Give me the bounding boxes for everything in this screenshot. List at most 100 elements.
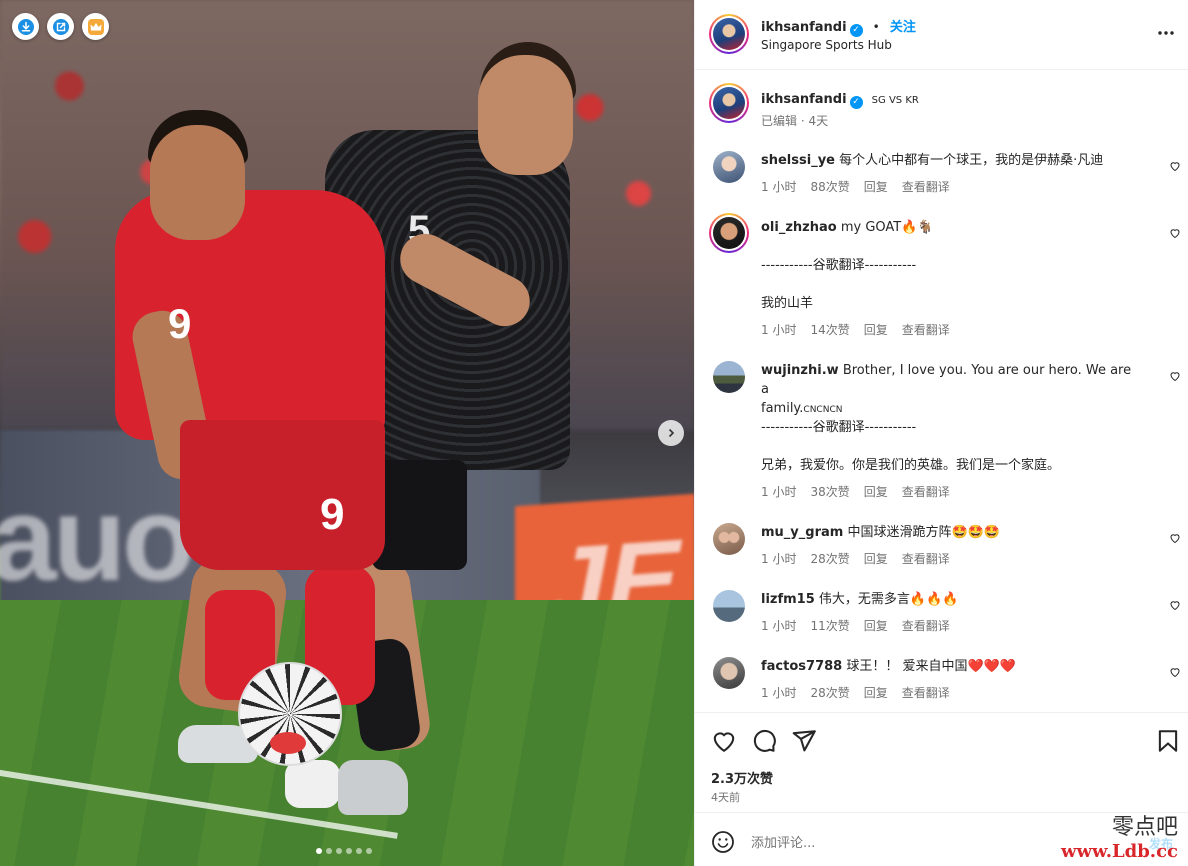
author-username[interactable]: ikhsanfandi: [761, 20, 847, 35]
comment-likes[interactable]: 88次赞: [810, 178, 849, 195]
comment-text: my GOAT🔥🐐: [840, 220, 934, 235]
comment-reply-button[interactable]: 回复: [864, 550, 888, 567]
comment-username[interactable]: shelssi_ye: [761, 153, 835, 168]
comment-meta: 1 小时 28次赞 回复 查看翻译: [761, 684, 950, 701]
author-avatar[interactable]: [709, 14, 749, 54]
comment-likes[interactable]: 14次赞: [810, 321, 849, 338]
comment-reply-button[interactable]: 回复: [864, 321, 888, 338]
open-external-button[interactable]: [47, 13, 74, 40]
crown-icon: [87, 18, 104, 35]
comment-item: factos7788 球王！！ 爱来自中国❤️❤️❤️: [761, 657, 1016, 676]
comment-username[interactable]: factos7788: [761, 659, 842, 674]
comment-time: 1 小时: [761, 323, 797, 337]
verified-badge-icon: ✓: [849, 96, 863, 109]
player-red-shorts: [180, 420, 385, 570]
commenter-avatar[interactable]: [713, 361, 745, 393]
comment-username[interactable]: wujinzhi.w: [761, 363, 839, 378]
comment-likes[interactable]: 38次赞: [810, 483, 849, 500]
comment-translate-button[interactable]: 查看翻译: [902, 550, 950, 567]
player-black-head: [478, 55, 573, 175]
comment-like-heart-icon[interactable]: [1169, 532, 1181, 544]
boot: [338, 760, 408, 815]
download-button[interactable]: [12, 13, 39, 40]
follow-button[interactable]: 关注: [890, 20, 916, 35]
comment-time: 1 小时: [761, 686, 797, 700]
comment-translate-button[interactable]: 查看翻译: [902, 617, 950, 634]
comment-time: 1 小时: [761, 485, 797, 499]
commenter-avatar[interactable]: [713, 590, 745, 622]
comment-translate-button[interactable]: 查看翻译: [902, 483, 950, 500]
translation-divider: -----------谷歌翻译-----------: [761, 258, 917, 273]
comment-text: 中国球迷滑跪方阵🤩🤩🤩: [847, 525, 1001, 540]
caption-avatar[interactable]: [709, 83, 749, 123]
comment-reply-button[interactable]: 回复: [864, 684, 888, 701]
comment-translate-button[interactable]: 查看翻译: [902, 684, 950, 701]
heart-icon[interactable]: [711, 728, 737, 754]
comment-like-heart-icon[interactable]: [1169, 666, 1181, 678]
crown-button[interactable]: [82, 13, 109, 40]
comment-username[interactable]: lizfm15: [761, 592, 815, 607]
comment-meta: 1 小时 14次赞 回复 查看翻译: [761, 321, 950, 338]
comment-like-heart-icon[interactable]: [1169, 370, 1181, 382]
comment-time: 1 小时: [761, 180, 797, 194]
comment-text: 球王！！ 爱来自中国❤️❤️❤️: [846, 659, 1017, 674]
player-red-shorts-number: 9: [320, 490, 345, 539]
player-black-shorts: [372, 460, 467, 570]
commenter-avatar[interactable]: [713, 657, 745, 689]
carousel-dot-active: [316, 848, 322, 854]
chevron-right-icon: [668, 428, 675, 438]
post-actions: 2.3万次赞 4天前: [695, 712, 1188, 812]
player-red-number: 9: [168, 300, 192, 347]
comment-likes[interactable]: 28次赞: [810, 684, 849, 701]
watermark-title: 零点吧: [1111, 815, 1178, 840]
comment-like-heart-icon[interactable]: [1169, 599, 1181, 611]
comment-item: shelssi_ye 每个人心中都有一个球王，我的是伊赫桑·凡迪: [761, 151, 1103, 170]
comment-username[interactable]: oli_zhzhao: [761, 220, 837, 235]
comment-item: lizfm15 伟大，无需多言🔥🔥🔥: [761, 590, 958, 609]
posted-time: 4天前: [711, 791, 740, 804]
commenter-avatar[interactable]: [709, 213, 749, 253]
comment-translation: 我的山羊: [761, 296, 814, 311]
comment-meta: 1 小时 28次赞 回复 查看翻译: [761, 550, 950, 567]
post-location[interactable]: Singapore Sports Hub: [761, 38, 892, 52]
commenter-avatar[interactable]: [713, 523, 745, 555]
more-horizontal-icon[interactable]: [1157, 28, 1175, 38]
verified-badge-icon: ✓: [849, 24, 863, 37]
bookmark-icon[interactable]: [1155, 728, 1181, 754]
comment-icon[interactable]: [751, 728, 777, 754]
translation-divider: -----------谷歌翻译-----------: [761, 420, 917, 435]
carousel-dot: [346, 848, 352, 854]
emoji-icon[interactable]: [711, 830, 735, 854]
caption-text: SG VS KR: [871, 95, 919, 106]
comment-reply-button[interactable]: 回复: [864, 617, 888, 634]
comment-likes[interactable]: 28次赞: [810, 550, 849, 567]
post-side-panel: ikhsanfandi ✓ • 关注 Singapore Sports Hub i…: [694, 0, 1188, 866]
comment-time: 1 小时: [761, 552, 797, 566]
carousel-dot: [336, 848, 342, 854]
next-photo-button[interactable]: [658, 420, 684, 446]
post-photo[interactable]: auo JE 5 9 9: [0, 0, 694, 866]
carousel-indicator: [316, 848, 372, 854]
comment-like-heart-icon[interactable]: [1169, 227, 1181, 239]
comment-username[interactable]: mu_y_gram: [761, 525, 843, 540]
watermark-url: www.Ldb.cc: [1061, 841, 1178, 862]
comment-translate-button[interactable]: 查看翻译: [902, 178, 950, 195]
likes-count[interactable]: 2.3万次赞: [711, 768, 773, 787]
caption-edited: 已编辑 · 4天: [761, 114, 829, 128]
comment-likes[interactable]: 11次赞: [810, 617, 849, 634]
football: [238, 662, 342, 766]
comment-like-heart-icon[interactable]: [1169, 160, 1181, 172]
caption-username[interactable]: ikhsanfandi: [761, 92, 847, 107]
share-icon[interactable]: [791, 728, 817, 754]
comment-meta: 1 小时 11次赞 回复 查看翻译: [761, 617, 950, 634]
comment-meta: 1 小时 88次赞 回复 查看翻译: [761, 178, 950, 195]
comment-reply-button[interactable]: 回复: [864, 178, 888, 195]
comment-input[interactable]: [751, 833, 1071, 853]
comment-item: wujinzhi.w Brother, I love you. You are …: [761, 361, 1141, 420]
commenter-avatar[interactable]: [713, 151, 745, 183]
comment-time: 1 小时: [761, 619, 797, 633]
comment-reply-button[interactable]: 回复: [864, 483, 888, 500]
comment-translate-button[interactable]: 查看翻译: [902, 321, 950, 338]
player-red-head: [150, 125, 245, 240]
post-header: ikhsanfandi ✓ • 关注 Singapore Sports Hub: [695, 0, 1188, 70]
